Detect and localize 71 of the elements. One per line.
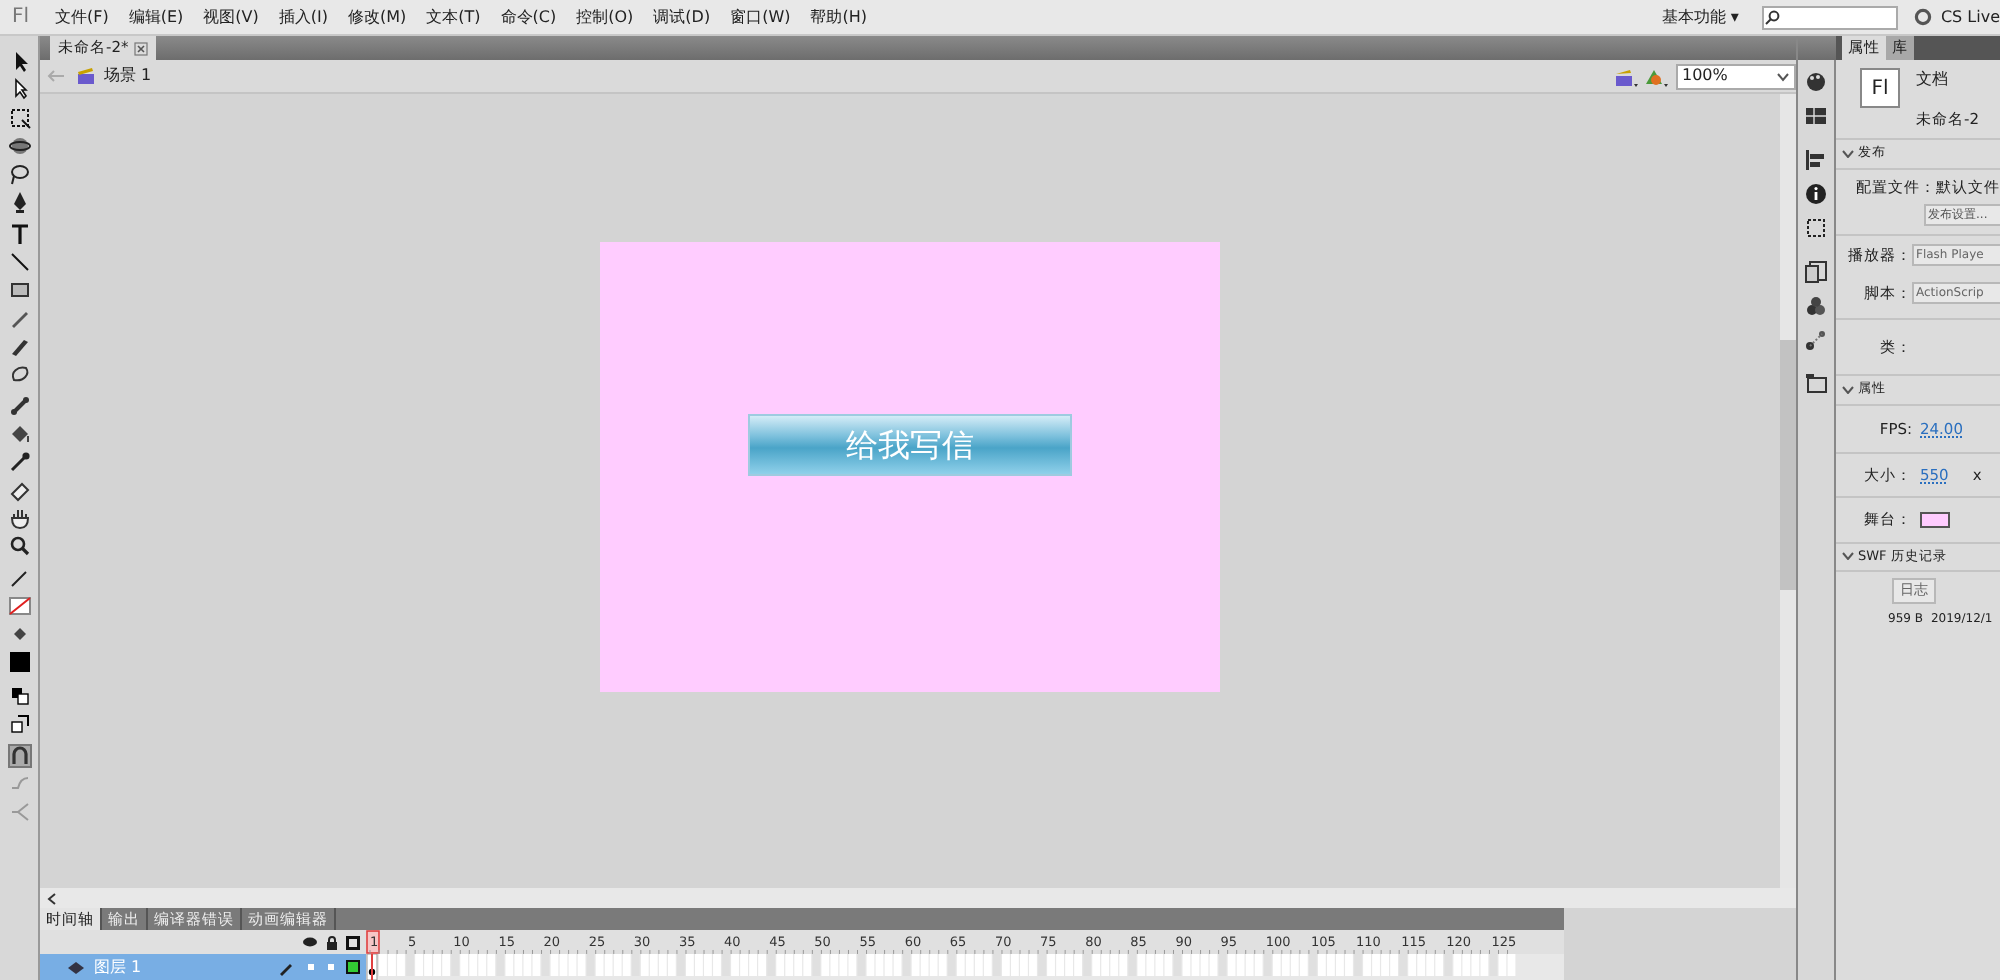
deco-tool-icon[interactable]	[7, 362, 31, 386]
document-logo: Fl	[1860, 68, 1900, 108]
cs-live-label[interactable]: CS Live	[1940, 5, 2000, 29]
eye-icon[interactable]	[301, 936, 318, 948]
cs-live-icon	[1914, 8, 1933, 26]
text-tool-icon[interactable]	[7, 222, 31, 246]
edit-scene-icon[interactable]	[1614, 65, 1638, 87]
scroll-left-icon[interactable]	[46, 891, 58, 905]
swatches-grid-icon[interactable]	[1804, 104, 1828, 128]
hand-icon[interactable]	[7, 506, 31, 530]
menu-item[interactable]: 控制(O)	[566, 5, 644, 29]
collapse-caret-icon[interactable]	[1842, 150, 1854, 159]
keyframe[interactable]	[366, 954, 378, 980]
collapse-caret-icon[interactable]	[1842, 552, 1854, 561]
edit-symbols-icon[interactable]	[1644, 65, 1668, 87]
menu-item[interactable]: 窗口(W)	[720, 5, 801, 29]
menu-item[interactable]: 插入(I)	[268, 5, 338, 29]
app-logo: Fl	[10, 4, 32, 32]
stroke-color-icon[interactable]	[7, 566, 31, 590]
menu-item[interactable]: 视图(V)	[193, 5, 269, 29]
rectangle-tool-icon[interactable]	[7, 278, 31, 302]
workspace-dropdown[interactable]: 基本功能 ▾	[1661, 5, 1739, 29]
3d-rotation-icon[interactable]	[7, 134, 31, 158]
brush-icon[interactable]	[7, 334, 31, 358]
components-icon[interactable]	[1804, 294, 1828, 318]
bone-tool-icon[interactable]	[7, 394, 31, 418]
close-icon[interactable]	[134, 41, 149, 55]
menu-item[interactable]: 调试(D)	[643, 5, 721, 29]
search-field[interactable]	[1762, 5, 1899, 29]
eraser-icon[interactable]	[7, 478, 31, 502]
eyedropper-icon[interactable]	[7, 450, 31, 474]
transform-icon[interactable]	[1804, 216, 1828, 240]
panel-header-bar	[1798, 36, 1838, 60]
document-type: 文档	[1916, 68, 1950, 92]
project-panel-icon[interactable]	[1804, 372, 1828, 396]
paint-bucket-icon[interactable]	[7, 422, 31, 446]
lasso-icon[interactable]	[7, 162, 31, 186]
line-tool-icon[interactable]	[7, 250, 31, 274]
search-icon	[1764, 9, 1781, 25]
motion-presets-icon[interactable]	[1804, 328, 1828, 352]
menu-item[interactable]: 文本(T)	[416, 5, 491, 29]
swap-colors-icon[interactable]	[7, 712, 31, 736]
clapperboard-icon	[76, 66, 96, 86]
layer-icon	[68, 960, 84, 974]
snap-magnet-icon[interactable]	[7, 744, 31, 768]
menu-item[interactable]: 修改(M)	[338, 5, 417, 29]
playhead[interactable]	[365, 930, 380, 954]
menu-item[interactable]: 文件(F)	[45, 5, 119, 29]
menu-item[interactable]: 命令(C)	[490, 5, 567, 29]
layer-outline-icon[interactable]	[345, 960, 360, 974]
library-panel-icon[interactable]	[1804, 260, 1828, 284]
menu-item[interactable]: 编辑(E)	[118, 5, 194, 29]
align-icon[interactable]	[1804, 148, 1828, 172]
menu-item[interactable]: 帮助(H)	[800, 5, 877, 29]
pencil-icon[interactable]	[7, 306, 31, 330]
zoom-dropdown[interactable]: 100%	[1676, 63, 1796, 89]
paint-palette-icon[interactable]	[1804, 70, 1828, 94]
scene-label[interactable]: 场景 1	[104, 64, 152, 88]
zoom-icon[interactable]	[7, 534, 31, 558]
no-color-swatch-icon[interactable]	[7, 594, 31, 618]
info-icon[interactable]	[1804, 182, 1828, 206]
scrollbar-thumb[interactable]	[1780, 340, 1796, 590]
free-transform-icon[interactable]	[7, 106, 31, 130]
fill-color-swatch-icon[interactable]	[7, 650, 31, 674]
collapse-caret-icon[interactable]	[1842, 385, 1854, 394]
default-colors-icon[interactable]	[7, 684, 31, 708]
lock-icon[interactable]	[325, 935, 338, 949]
stage-color-swatch[interactable]	[1920, 511, 1950, 528]
pencil-icon	[277, 959, 294, 975]
outline-icon[interactable]	[345, 935, 360, 949]
chevron-down-icon[interactable]	[1776, 71, 1790, 81]
